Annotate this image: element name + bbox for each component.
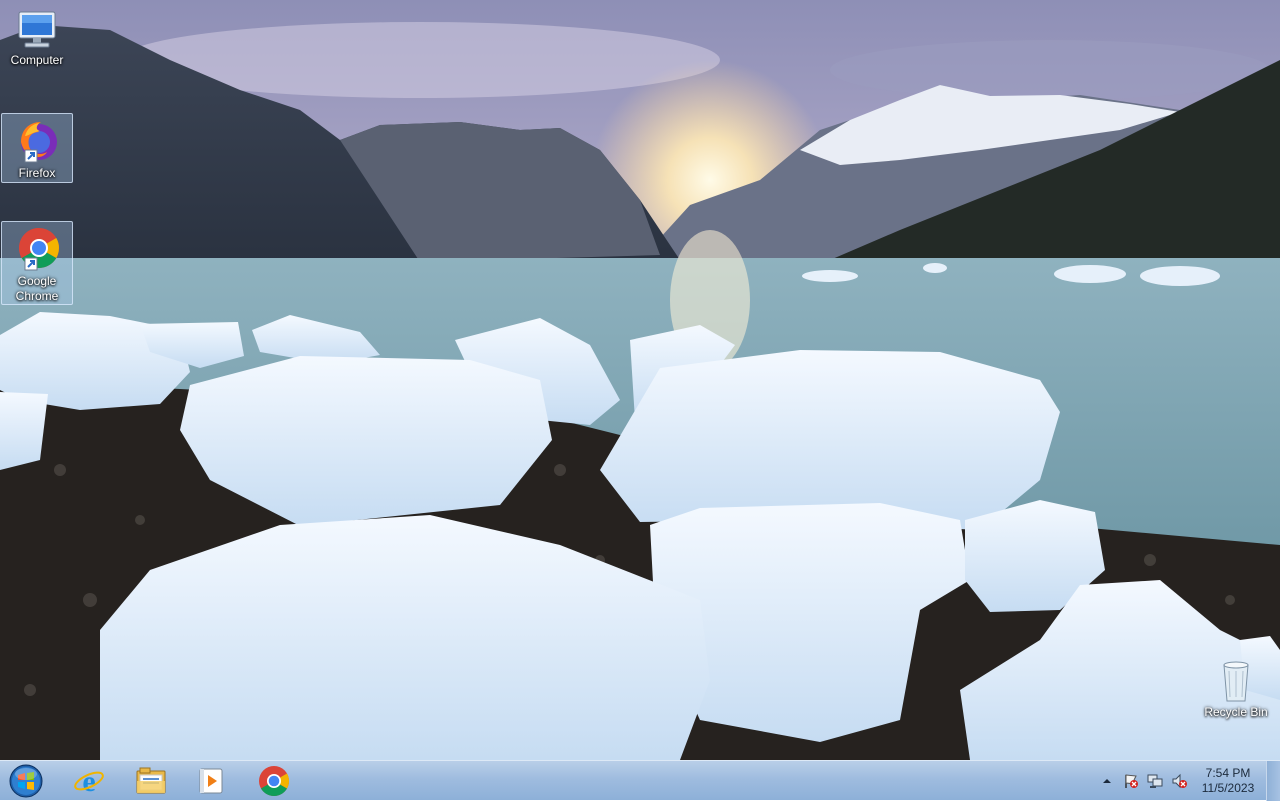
clock-date: 11/5/2023 — [1201, 781, 1255, 795]
volume-muted-icon[interactable] — [1171, 773, 1187, 789]
svg-text:e: e — [82, 765, 95, 797]
desktop-icon-label: Google Chrome — [15, 274, 59, 303]
show-hidden-icons-arrow[interactable] — [1099, 773, 1115, 789]
system-clock[interactable]: 7:54 PM 11/5/2023 — [1196, 766, 1260, 796]
taskbar-media-player[interactable] — [183, 762, 239, 800]
desktop-icon-firefox[interactable]: Firefox — [1, 113, 73, 183]
clock-time: 7:54 PM — [1205, 766, 1251, 780]
desktop-icon-computer[interactable]: Computer — [1, 6, 73, 74]
start-button[interactable] — [6, 762, 46, 800]
taskbar-internet-explorer[interactable]: e — [61, 762, 117, 800]
taskbar-file-explorer[interactable] — [123, 762, 179, 800]
desktop-icon-label: Computer — [10, 53, 64, 67]
media-player-icon — [199, 768, 223, 794]
desktop-icon-recycle-bin[interactable]: Recycle Bin — [1200, 654, 1272, 722]
desktop-icon-label: Recycle Bin — [1204, 705, 1268, 719]
file-explorer-icon — [136, 767, 166, 794]
recycle-bin-icon — [1223, 661, 1249, 702]
computer-icon — [18, 11, 56, 48]
taskbar-chrome[interactable] — [246, 762, 302, 800]
desktop-icon-label: Firefox — [18, 166, 56, 180]
chrome-icon — [259, 766, 290, 797]
desktop-wallpaper — [0, 0, 1280, 760]
show-desktop-button[interactable] — [1266, 761, 1280, 801]
network-icon[interactable] — [1147, 773, 1163, 789]
internet-explorer-icon: e — [74, 765, 104, 797]
windows-orb-icon — [9, 764, 43, 798]
firefox-icon — [21, 122, 57, 163]
taskbar: e 7:54 PM 11/5/2023 — [0, 760, 1280, 801]
desktop-icon-google-chrome[interactable]: Google Chrome — [1, 221, 73, 305]
action-center-flag-icon[interactable] — [1123, 773, 1139, 789]
chrome-icon — [19, 228, 59, 271]
